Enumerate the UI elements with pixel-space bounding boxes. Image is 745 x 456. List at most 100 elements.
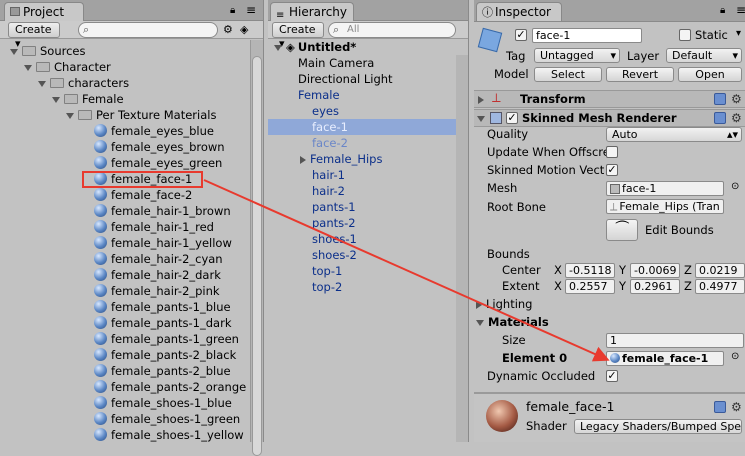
project-search-input[interactable]: ⌕ xyxy=(78,22,218,38)
project-scrollbar[interactable] xyxy=(250,40,263,456)
hierarchy-item[interactable]: eyes xyxy=(268,103,456,119)
hierarchy-item[interactable]: pants-2 xyxy=(268,215,456,231)
update-offscreen-checkbox[interactable] xyxy=(606,146,618,158)
center-z-field[interactable]: 0.0219 xyxy=(695,263,745,278)
model-revert-button[interactable]: Revert xyxy=(606,67,674,82)
material-item[interactable]: female_hair-1_red xyxy=(94,219,214,235)
static-dropdown-icon[interactable]: ▾ xyxy=(736,28,741,39)
hierarchy-item[interactable]: Female_Hips xyxy=(268,151,456,167)
material-item[interactable]: female_eyes_brown xyxy=(94,139,225,155)
gear-icon[interactable]: ⚙ xyxy=(731,112,742,124)
layer-dropdown[interactable]: Default ▾ xyxy=(666,48,742,63)
material-item[interactable]: female_pants-1_dark xyxy=(94,315,231,331)
model-select-button[interactable]: Select xyxy=(534,67,602,82)
material-item[interactable]: female_shoes-1_blue xyxy=(94,395,232,411)
material-item[interactable]: female_eyes_green xyxy=(94,155,222,171)
hierarchy-item[interactable]: top-2 xyxy=(268,279,456,295)
hierarchy-search-input[interactable]: ⌕ All xyxy=(328,22,456,38)
skinned-motion-checkbox[interactable]: ✓ xyxy=(606,164,618,176)
material-name: female_face-1 xyxy=(526,399,615,414)
smr-enabled-checkbox[interactable]: ✓ xyxy=(506,112,518,124)
help-icon[interactable] xyxy=(714,401,726,413)
material-item[interactable]: female_pants-1_green xyxy=(94,331,239,347)
shader-dropdown[interactable]: Legacy Shaders/Bumped Spe xyxy=(574,419,742,434)
tree-item[interactable]: Female xyxy=(52,91,124,107)
material-item[interactable]: female_pants-2_blue xyxy=(94,363,231,379)
tree-item[interactable]: characters xyxy=(38,75,129,91)
materials-foldout[interactable]: Materials xyxy=(476,314,549,330)
root-bone-field[interactable]: ⟂ Female_Hips (Tran xyxy=(606,199,724,214)
active-checkbox[interactable]: ✓ xyxy=(515,29,527,41)
hierarchy-item[interactable]: shoes-2 xyxy=(268,247,456,263)
center-z-label: Z xyxy=(684,263,692,277)
quality-dropdown[interactable]: Auto ▴▾ xyxy=(606,127,742,142)
transform-header[interactable]: ⟂ Transform ⚙ xyxy=(474,90,745,108)
material-item[interactable]: female_face-2 xyxy=(94,187,192,203)
tab-hierarchy[interactable]: ≡ Hierarchy xyxy=(270,2,354,21)
object-name-field[interactable]: face-1 xyxy=(532,28,642,43)
expand-icon[interactable] xyxy=(300,155,306,164)
model-open-button[interactable]: Open xyxy=(678,67,742,82)
hierarchy-create-button[interactable]: Create ▾ xyxy=(272,22,324,50)
size-field[interactable]: 1 xyxy=(606,333,744,348)
tree-item[interactable]: Per Texture Materials xyxy=(66,107,216,123)
hierarchy-item[interactable]: hair-2 xyxy=(268,183,456,199)
material-sphere-icon xyxy=(94,124,107,137)
lock-icon[interactable]: 🔒︎ xyxy=(720,5,725,16)
hierarchy-item[interactable]: face-2 xyxy=(268,135,456,151)
filter-icon[interactable]: ⚙ xyxy=(223,23,233,36)
material-item[interactable]: female_shoes-1_green xyxy=(94,411,240,427)
hierarchy-item[interactable]: pants-1 xyxy=(268,199,456,215)
label-icon[interactable]: ◈ xyxy=(240,23,248,36)
extent-z-field[interactable]: 0.4977 xyxy=(695,279,745,294)
hierarchy-item[interactable]: Directional Light xyxy=(268,71,456,87)
material-item[interactable]: female_hair-1_brown xyxy=(94,203,231,219)
gear-icon[interactable]: ⚙ xyxy=(731,93,742,105)
smr-header[interactable]: ✓ Skinned Mesh Renderer ⚙ xyxy=(474,109,745,127)
material-item[interactable]: female_hair-2_pink xyxy=(94,283,220,299)
lock-icon[interactable]: 🔒︎ xyxy=(230,5,235,16)
scene-header[interactable]: ◈ Untitled* xyxy=(274,39,356,55)
hierarchy-scrollbar[interactable] xyxy=(456,55,468,442)
gear-icon[interactable]: ⚙ xyxy=(731,401,742,413)
material-item[interactable]: female_pants-2_orange xyxy=(94,379,246,395)
material-item[interactable]: female_hair-1_yellow xyxy=(94,235,232,251)
help-icon[interactable] xyxy=(714,112,726,124)
chevron-down-icon: ▾ xyxy=(610,49,616,62)
center-y-field[interactable]: -0.0069 xyxy=(630,263,680,278)
material-item[interactable]: female_pants-2_black xyxy=(94,347,236,363)
menu-icon[interactable]: ≡ xyxy=(736,3,745,17)
menu-icon[interactable]: ≡ xyxy=(246,3,256,17)
extent-x-field[interactable]: 0.2557 xyxy=(565,279,615,294)
material-item[interactable]: female_hair-2_dark xyxy=(94,267,221,283)
center-x-field[interactable]: -0.5118 xyxy=(565,263,615,278)
hierarchy-item[interactable]: face-1 xyxy=(268,119,456,135)
hierarchy-item[interactable]: Main Camera xyxy=(268,55,456,71)
material-item[interactable]: female_hair-2_cyan xyxy=(94,251,223,267)
edit-bounds-button[interactable]: ⏜ xyxy=(606,219,638,241)
material-item[interactable]: female_eyes_blue xyxy=(94,123,214,139)
search-icon: ⌕ xyxy=(83,23,90,36)
extent-y-field[interactable]: 0.2961 xyxy=(630,279,680,294)
hierarchy-item[interactable]: top-1 xyxy=(268,263,456,279)
mesh-field[interactable]: face-1 xyxy=(606,181,724,196)
object-picker-icon[interactable]: ⊙ xyxy=(731,181,739,192)
project-create-button[interactable]: Create ▾ xyxy=(8,22,60,50)
help-icon[interactable] xyxy=(714,93,726,105)
tree-item[interactable]: Sources xyxy=(10,43,86,59)
hierarchy-item[interactable]: hair-1 xyxy=(268,167,456,183)
static-checkbox[interactable] xyxy=(679,29,691,41)
hierarchy-item[interactable]: Female xyxy=(268,87,456,103)
tab-inspector[interactable]: ⓘ Inspector xyxy=(476,2,562,21)
element0-field[interactable]: female_face-1 xyxy=(606,351,724,366)
tree-item[interactable]: Character xyxy=(24,59,111,75)
scrollbar-thumb[interactable] xyxy=(252,56,262,456)
material-item[interactable]: female_pants-1_blue xyxy=(94,299,231,315)
tab-project[interactable]: Project xyxy=(4,2,84,21)
tag-dropdown[interactable]: Untagged ▾ xyxy=(534,48,620,63)
object-picker-icon[interactable]: ⊙ xyxy=(731,351,739,362)
material-item[interactable]: female_shoes-1_yellow xyxy=(94,427,244,443)
lighting-foldout[interactable]: Lighting xyxy=(476,296,532,312)
dynamic-occluded-checkbox[interactable]: ✓ xyxy=(606,370,618,382)
hierarchy-item[interactable]: shoes-1 xyxy=(268,231,456,247)
